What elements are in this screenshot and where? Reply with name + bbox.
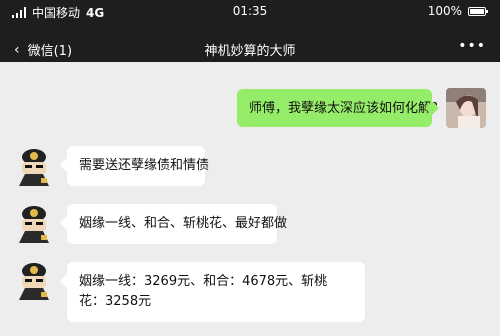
message-bubble-received[interactable]: 姻缘一线：3269元、和合：4678元、斩桃花：3258元	[67, 262, 365, 322]
message-text: 需要送还孽缘债和情债	[79, 158, 210, 173]
message-text: 姻缘一线、和合、斩桃花、最好都做	[79, 216, 288, 231]
header: 中国移动 4G 01:35 100% ‹ 微信(1) 神机妙算的大师 •••	[0, 0, 500, 62]
status-bar: 中国移动 4G 01:35 100%	[0, 0, 500, 22]
battery-percent: 100%	[427, 4, 462, 18]
message-bubble-received[interactable]: 需要送还孽缘债和情债	[67, 146, 209, 186]
message-text: 师傅，我孽缘太深应该如何化解?	[249, 101, 438, 116]
message-text: 姻缘一线：3269元、和合：4678元、斩桃花：3258元	[79, 274, 328, 309]
user-avatar[interactable]	[446, 88, 486, 128]
status-time: 01:35	[232, 4, 268, 18]
message-bubble-sent[interactable]: 师傅，我孽缘太深应该如何化解?	[237, 89, 438, 127]
battery-icon	[468, 6, 488, 16]
more-dots-icon[interactable]: •••	[458, 38, 486, 54]
message-bubble-received[interactable]: 姻缘一线、和合、斩桃花、最好都做	[67, 204, 287, 244]
master-avatar[interactable]	[17, 262, 51, 300]
chat-nav-bar: ‹ 微信(1) 神机妙算的大师 •••	[0, 38, 500, 62]
master-avatar[interactable]	[17, 205, 51, 243]
chat-title: 神机妙算的大师	[204, 44, 296, 59]
master-avatar[interactable]	[17, 148, 51, 186]
